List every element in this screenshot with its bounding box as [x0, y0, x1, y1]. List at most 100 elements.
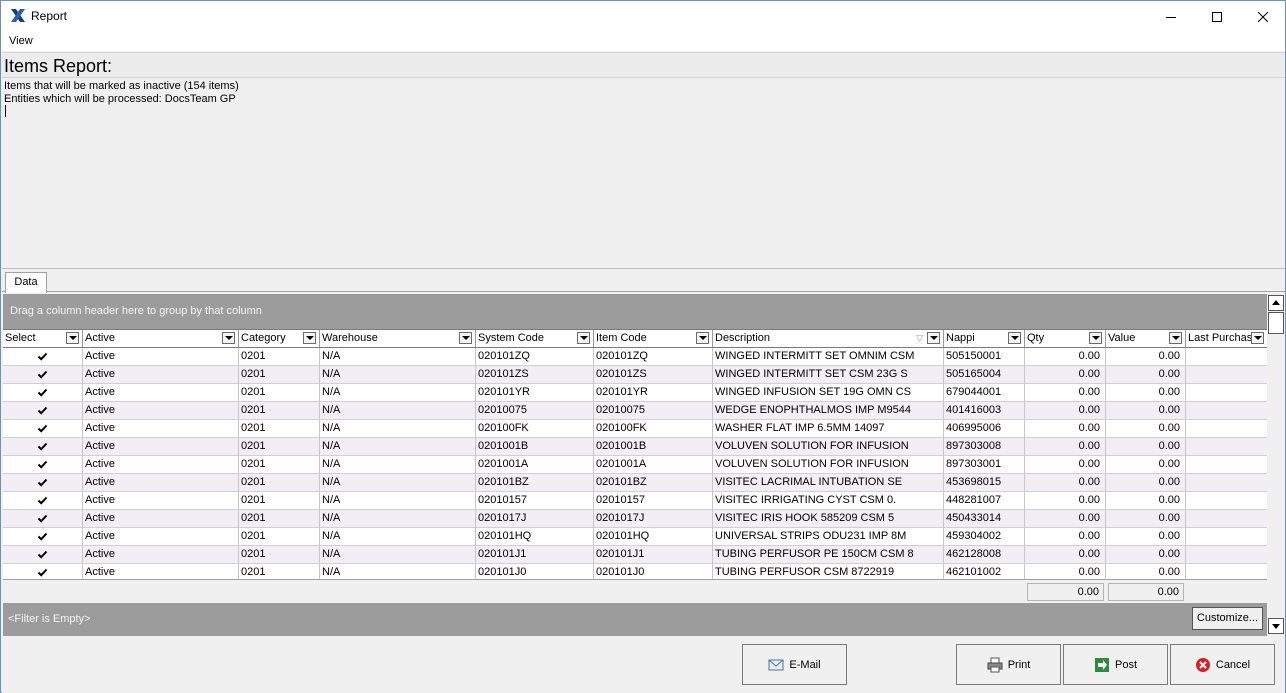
cell-category[interactable]: 0201: [239, 528, 320, 546]
cell-active[interactable]: Active: [83, 510, 239, 528]
cell-value[interactable]: 0.00: [1106, 384, 1186, 402]
cell-value[interactable]: 0.00: [1106, 510, 1186, 528]
cell-description[interactable]: WINGED INFUSION SET 19G OMN CS: [713, 384, 944, 402]
cell-value[interactable]: 0.00: [1106, 528, 1186, 546]
cell-warehouse[interactable]: N/A: [320, 402, 476, 420]
cell-last-purchase[interactable]: [1186, 402, 1267, 420]
table-row[interactable]: Active 0201 N/A 0201001B 0201001B VOLUVEN SOL…: [3, 438, 1267, 456]
cell-last-purchase[interactable]: [1186, 348, 1267, 366]
select-cell[interactable]: [3, 438, 83, 456]
cell-value[interactable]: 0.00: [1106, 456, 1186, 474]
scroll-up-button[interactable]: [1268, 295, 1284, 311]
column-header-active[interactable]: Active: [83, 330, 239, 347]
cell-description[interactable]: VOLUVEN SOLUTION FOR INFUSION: [713, 456, 944, 474]
cell-description[interactable]: WEDGE ENOPHTHALMOS IMP M9544: [713, 402, 944, 420]
filter-dropdown-icon[interactable]: [66, 332, 79, 344]
cell-nappi[interactable]: 401416003: [944, 402, 1025, 420]
select-checkbox[interactable]: [37, 567, 48, 578]
cell-description[interactable]: WINGED INTERMITT SET CSM 23G S: [713, 366, 944, 384]
filter-dropdown-icon[interactable]: [459, 332, 472, 344]
cell-value[interactable]: 0.00: [1106, 438, 1186, 456]
filter-dropdown-icon[interactable]: [303, 332, 316, 344]
table-row[interactable]: Active 0201 N/A 020101HQ 020101HQ UNIVERSAL S…: [3, 528, 1267, 546]
minimize-button[interactable]: [1148, 1, 1194, 32]
cell-value[interactable]: 0.00: [1106, 546, 1186, 564]
cell-qty[interactable]: 0.00: [1025, 366, 1106, 384]
customize-button[interactable]: Customize...: [1192, 607, 1263, 630]
select-cell[interactable]: [3, 528, 83, 546]
cell-qty[interactable]: 0.00: [1025, 528, 1106, 546]
filter-dropdown-icon[interactable]: [696, 332, 709, 344]
filter-dropdown-icon[interactable]: [1169, 332, 1182, 344]
cell-category[interactable]: 0201: [239, 456, 320, 474]
cell-item-code[interactable]: 02010075: [594, 402, 713, 420]
cell-item-code[interactable]: 0201001B: [594, 438, 713, 456]
cell-value[interactable]: 0.00: [1106, 348, 1186, 366]
filter-dropdown-icon[interactable]: [577, 332, 590, 344]
maximize-button[interactable]: [1194, 1, 1240, 32]
select-checkbox[interactable]: [37, 441, 48, 452]
select-cell[interactable]: [3, 492, 83, 510]
cell-active[interactable]: Active: [83, 384, 239, 402]
table-row[interactable]: Active 0201 N/A 020101ZQ 020101ZQ WINGED INTE…: [3, 348, 1267, 366]
cell-category[interactable]: 0201: [239, 366, 320, 384]
cell-category[interactable]: 0201: [239, 474, 320, 492]
cell-nappi[interactable]: 897303001: [944, 456, 1025, 474]
menu-view[interactable]: View: [9, 35, 33, 47]
select-checkbox[interactable]: [37, 423, 48, 434]
cell-item-code[interactable]: 020101J1: [594, 546, 713, 564]
select-checkbox[interactable]: [37, 369, 48, 380]
cell-nappi[interactable]: 679044001: [944, 384, 1025, 402]
cell-warehouse[interactable]: N/A: [320, 528, 476, 546]
cell-qty[interactable]: 0.00: [1025, 510, 1106, 528]
cell-category[interactable]: 0201: [239, 546, 320, 564]
cell-warehouse[interactable]: N/A: [320, 438, 476, 456]
select-checkbox[interactable]: [37, 531, 48, 542]
cell-category[interactable]: 0201: [239, 402, 320, 420]
column-header-last-purchase[interactable]: Last Purchas: [1186, 330, 1267, 347]
select-cell[interactable]: [3, 456, 83, 474]
cell-active[interactable]: Active: [83, 348, 239, 366]
cell-last-purchase[interactable]: [1186, 564, 1267, 579]
cell-item-code[interactable]: 02010157: [594, 492, 713, 510]
table-row[interactable]: Active 0201 N/A 020101ZS 020101ZS WINGED INTE…: [3, 366, 1267, 384]
cell-item-code[interactable]: 0201017J: [594, 510, 713, 528]
report-text-area[interactable]: Items that will be marked as inactive (1…: [2, 78, 1285, 268]
select-checkbox[interactable]: [37, 549, 48, 560]
cell-qty[interactable]: 0.00: [1025, 492, 1106, 510]
cell-last-purchase[interactable]: [1186, 456, 1267, 474]
table-row[interactable]: Active 0201 N/A 020101J0 020101J0 TUBING PERF…: [3, 564, 1267, 579]
cell-item-code[interactable]: 020101ZQ: [594, 348, 713, 366]
cell-category[interactable]: 0201: [239, 348, 320, 366]
cell-system-code[interactable]: 020100FK: [476, 420, 594, 438]
column-header-item-code[interactable]: Item Code: [594, 330, 713, 347]
cell-active[interactable]: Active: [83, 456, 239, 474]
cell-system-code[interactable]: 020101J0: [476, 564, 594, 579]
filter-status[interactable]: <Filter is Empty>: [8, 613, 91, 625]
scroll-thumb[interactable]: [1268, 312, 1284, 334]
cell-warehouse[interactable]: N/A: [320, 420, 476, 438]
select-cell[interactable]: [3, 366, 83, 384]
cell-nappi[interactable]: 505150001: [944, 348, 1025, 366]
close-button[interactable]: [1240, 1, 1286, 32]
cell-warehouse[interactable]: N/A: [320, 474, 476, 492]
cell-warehouse[interactable]: N/A: [320, 564, 476, 579]
cell-warehouse[interactable]: N/A: [320, 546, 476, 564]
cell-item-code[interactable]: 020101J0: [594, 564, 713, 579]
filter-dropdown-icon[interactable]: [927, 332, 940, 344]
cell-description[interactable]: WASHER FLAT IMP 6.5MM 14097: [713, 420, 944, 438]
cell-description[interactable]: VOLUVEN SOLUTION FOR INFUSION: [713, 438, 944, 456]
cell-nappi[interactable]: 897303008: [944, 438, 1025, 456]
vertical-scrollbar[interactable]: [1267, 294, 1285, 636]
cancel-button[interactable]: Cancel: [1170, 644, 1275, 685]
table-row[interactable]: Active 0201 N/A 02010075 02010075 WEDGE ENOPH…: [3, 402, 1267, 420]
filter-dropdown-icon[interactable]: [1251, 332, 1264, 344]
cell-value[interactable]: 0.00: [1106, 420, 1186, 438]
table-row[interactable]: Active 0201 N/A 02010157 02010157 VISITEC IRR…: [3, 492, 1267, 510]
column-header-qty[interactable]: Qty: [1025, 330, 1106, 347]
print-button[interactable]: Print: [956, 644, 1061, 685]
select-checkbox[interactable]: [37, 513, 48, 524]
cell-qty[interactable]: 0.00: [1025, 546, 1106, 564]
cell-nappi[interactable]: 453698015: [944, 474, 1025, 492]
cell-nappi[interactable]: 450433014: [944, 510, 1025, 528]
